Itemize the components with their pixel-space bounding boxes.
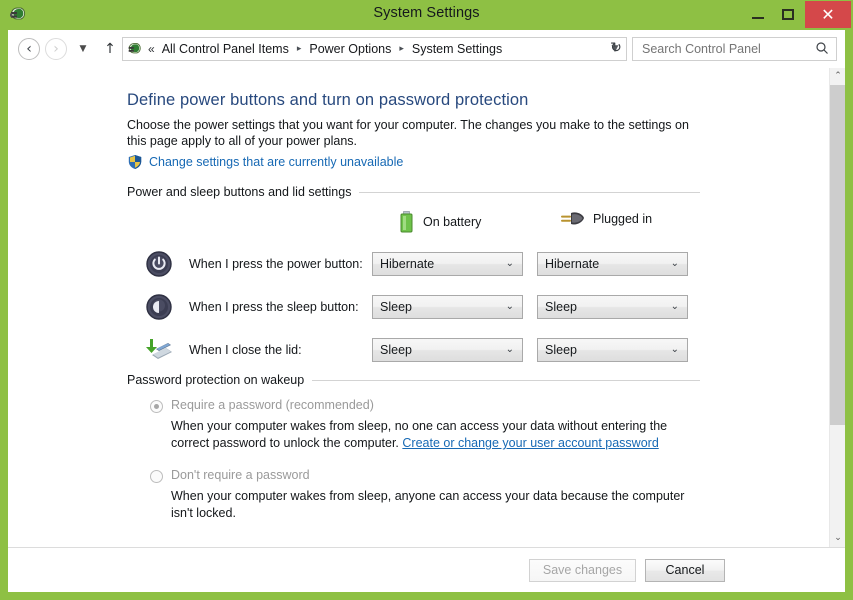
power-section-header: Power and sleep buttons and lid settings — [127, 185, 700, 199]
dropdown-close-lid-plugged-in[interactable]: Sleep ⌄ — [537, 338, 688, 362]
breadcrumb: « All Control Panel Items ▸ Power Option… — [148, 38, 503, 60]
footer-bar: Save changes Cancel — [8, 547, 845, 592]
power-section-label: Power and sleep buttons and lid settings — [127, 185, 352, 199]
back-arrow-icon: ‹ — [26, 41, 32, 57]
dropdown-value: Sleep — [545, 343, 577, 357]
create-change-password-link[interactable]: Create or change your user account passw… — [402, 436, 658, 450]
dropdown-sleep-button-on-battery[interactable]: Sleep ⌄ — [372, 295, 523, 319]
save-changes-button[interactable]: Save changes — [529, 559, 636, 582]
vertical-scrollbar[interactable]: ⌃ ⌄ — [829, 68, 845, 547]
title-bar: System Settings ✕ — [0, 0, 853, 30]
dropdown-value: Sleep — [380, 300, 412, 314]
change-settings-link[interactable]: Change settings that are currently unava… — [149, 155, 403, 169]
address-bar[interactable]: « All Control Panel Items ▸ Power Option… — [122, 37, 627, 61]
maximize-button[interactable] — [773, 0, 803, 29]
change-settings-link-row[interactable]: Change settings that are currently unava… — [127, 154, 403, 170]
maximize-icon — [782, 9, 794, 20]
scrollbar-thumb[interactable] — [830, 85, 845, 425]
breadcrumb-item-all-control-panel-items[interactable]: All Control Panel Items — [161, 42, 290, 56]
shield-icon — [127, 154, 143, 170]
setting-row-close-lid: When I close the lid: Sleep ⌄ Sleep ⌄ — [144, 338, 704, 364]
close-button[interactable]: ✕ — [805, 1, 851, 28]
forward-arrow-icon: › — [53, 41, 59, 57]
recent-locations-button[interactable]: ▼ — [75, 42, 91, 56]
search-box[interactable] — [632, 37, 837, 61]
breadcrumb-item-system-settings[interactable]: System Settings — [411, 42, 503, 56]
password-section-header: Password protection on wakeup — [127, 373, 700, 387]
back-button[interactable]: ‹ — [18, 38, 40, 60]
chevron-down-icon: ⌄ — [505, 344, 514, 355]
search-icon — [814, 41, 829, 56]
breadcrumb-overflow-icon[interactable]: « — [148, 42, 155, 56]
column-label-on-battery: On battery — [423, 215, 482, 229]
scroll-up-button[interactable]: ⌃ — [830, 68, 845, 85]
search-input[interactable] — [640, 38, 805, 60]
settings-page: Define power buttons and turn on passwor… — [8, 68, 829, 547]
close-lid-icon — [144, 335, 174, 365]
dropdown-value: Hibernate — [545, 257, 600, 271]
chevron-down-icon: ⌄ — [670, 301, 679, 312]
radio-description-dont-require-password: When your computer wakes from sleep, any… — [171, 489, 685, 520]
radio-label-require-password: Require a password (recommended) — [171, 398, 374, 412]
window-controls: ✕ — [743, 0, 853, 30]
window-title: System Settings — [373, 5, 480, 21]
radio-label-dont-require-password: Don't require a password — [171, 468, 310, 482]
minimize-icon — [752, 17, 764, 19]
dropdown-power-button-plugged-in[interactable]: Hibernate ⌄ — [537, 252, 688, 276]
setting-label-power-button: When I press the power button: — [189, 257, 363, 271]
page-description: Choose the power settings that you want … — [127, 118, 689, 148]
power-plug-icon — [127, 41, 144, 58]
scroll-down-button[interactable]: ⌄ — [830, 530, 845, 547]
sleep-button-icon — [144, 292, 174, 322]
system-settings-window: System Settings ✕ ‹ › ▼ ↑ « All Control … — [0, 0, 853, 600]
dropdown-power-button-on-battery[interactable]: Hibernate ⌄ — [372, 252, 523, 276]
dropdown-value: Hibernate — [380, 257, 435, 271]
breadcrumb-separator-icon[interactable]: ▸ — [399, 44, 404, 54]
setting-row-sleep-button: When I press the sleep button: Sleep ⌄ S… — [144, 292, 704, 322]
power-button-icon — [144, 249, 174, 279]
password-section-label: Password protection on wakeup — [127, 373, 305, 387]
chevron-down-icon: ⌄ — [505, 258, 514, 269]
battery-icon — [398, 211, 415, 233]
chevron-down-icon: ⌄ — [670, 258, 679, 269]
refresh-button[interactable]: ↻ — [606, 38, 626, 58]
page-title: Define power buttons and turn on passwor… — [127, 91, 529, 109]
close-icon: ✕ — [821, 5, 835, 24]
dropdown-close-lid-on-battery[interactable]: Sleep ⌄ — [372, 338, 523, 362]
scroll-area: Define power buttons and turn on passwor… — [8, 68, 829, 547]
radio-button-dont-require-password[interactable] — [150, 470, 163, 483]
dropdown-value: Sleep — [380, 343, 412, 357]
cancel-button[interactable]: Cancel — [645, 559, 725, 582]
divider — [312, 379, 700, 381]
setting-row-power-button: When I press the power button: Hibernate… — [144, 249, 704, 279]
forward-button[interactable]: › — [45, 38, 67, 60]
minimize-button[interactable] — [743, 0, 773, 29]
divider — [359, 191, 700, 193]
breadcrumb-item-power-options[interactable]: Power Options — [308, 42, 392, 56]
dropdown-sleep-button-plugged-in[interactable]: Sleep ⌄ — [537, 295, 688, 319]
content-pane: Define power buttons and turn on passwor… — [8, 68, 845, 547]
setting-label-sleep-button: When I press the sleep button: — [189, 300, 359, 314]
navigation-bar: ‹ › ▼ ↑ « All Control Panel Items ▸ Powe… — [8, 30, 845, 68]
column-header-plugged-in: Plugged in — [559, 211, 652, 227]
setting-label-close-lid: When I close the lid: — [189, 343, 302, 357]
column-header-on-battery: On battery — [398, 211, 481, 233]
dropdown-value: Sleep — [545, 300, 577, 314]
power-plug-icon — [559, 211, 585, 227]
radio-option-dont-require-password[interactable]: Don't require a password When your compu… — [150, 468, 710, 520]
chevron-down-icon: ⌄ — [505, 301, 514, 312]
up-one-level-button[interactable]: ↑ — [101, 39, 119, 59]
radio-description-require-password: When your computer wakes from sleep, no … — [171, 418, 706, 452]
radio-button-require-password[interactable] — [150, 400, 163, 413]
radio-option-require-password[interactable]: Require a password (recommended) When yo… — [150, 398, 710, 450]
breadcrumb-separator-icon[interactable]: ▸ — [297, 44, 302, 54]
column-label-plugged-in: Plugged in — [593, 212, 653, 226]
chevron-down-icon: ⌄ — [670, 344, 679, 355]
